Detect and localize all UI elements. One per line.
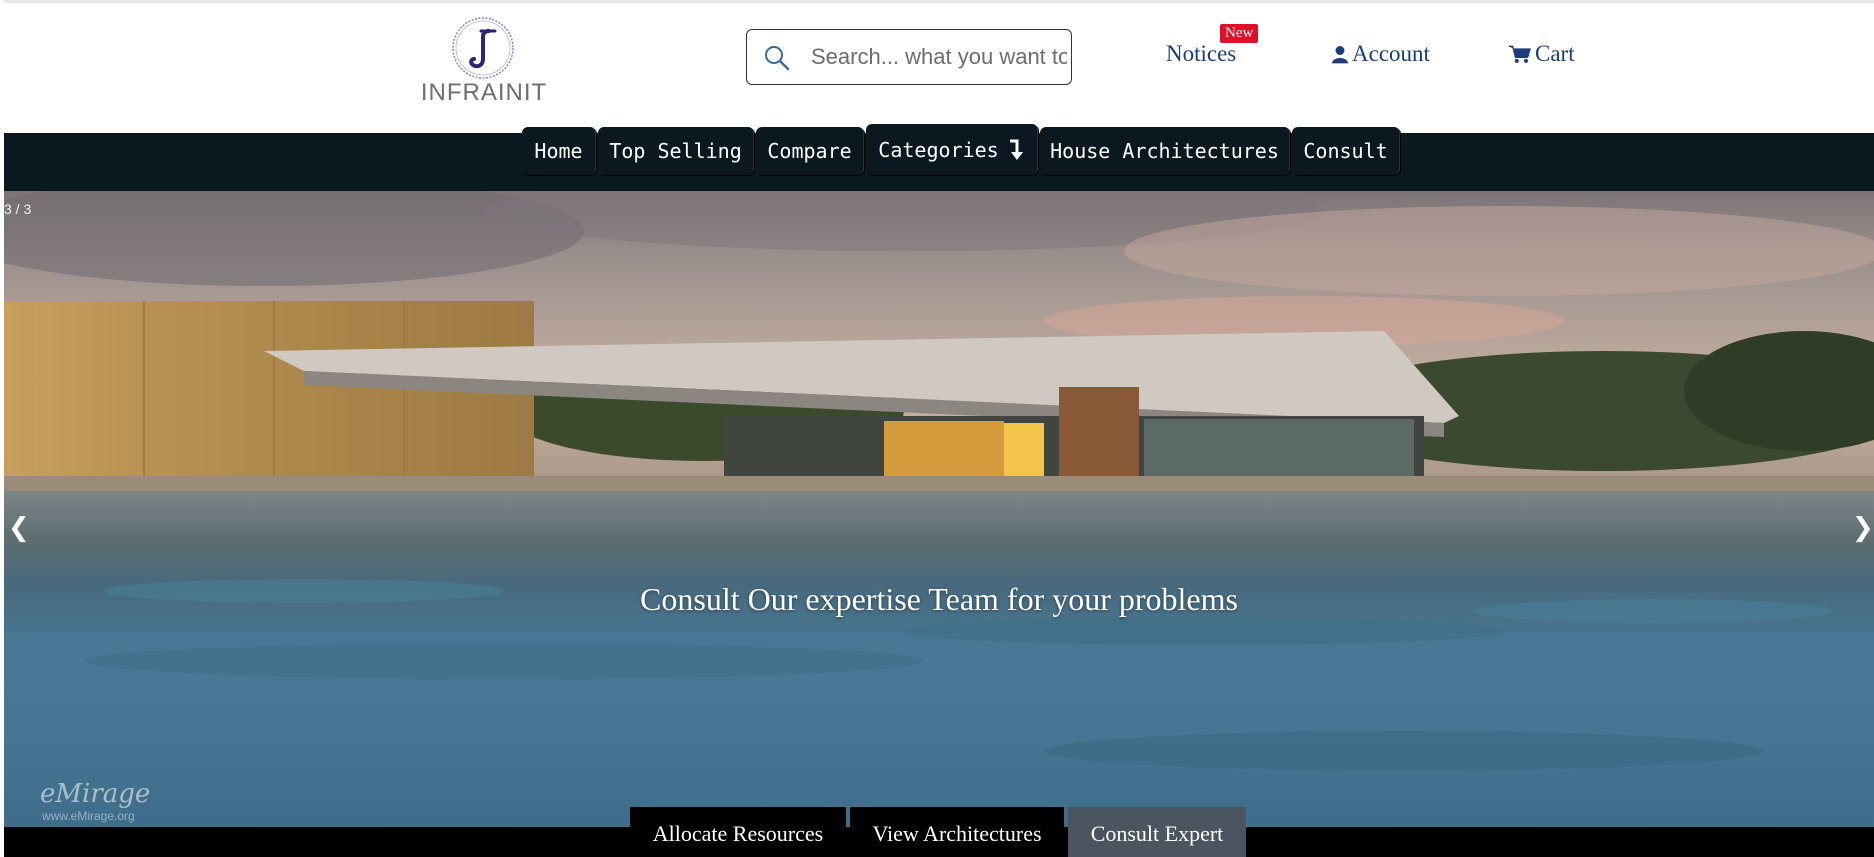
menu-top-selling-label: Top Selling (609, 139, 742, 163)
tab-view-architectures[interactable]: View Architectures (850, 807, 1064, 857)
tab-allocate-resources-label: Allocate Resources (652, 820, 824, 846)
cart-link[interactable]: Cart (1509, 41, 1575, 67)
tab-consult-expert[interactable]: Consult Expert (1068, 807, 1246, 857)
header: INFRAINIT Notices New Account (4, 3, 1874, 133)
hero-image (4, 191, 1874, 827)
prev-slide-button[interactable]: ❮ (8, 513, 30, 543)
menu-consult-label: Consult (1303, 139, 1388, 163)
menu-compare[interactable]: Compare (756, 127, 864, 175)
menu-compare-label: Compare (767, 139, 852, 163)
search-input[interactable] (811, 30, 1067, 83)
notices-new-badge: New (1220, 24, 1259, 43)
slide-counter: 3 / 3 (4, 201, 32, 217)
account-label: Account (1352, 41, 1430, 66)
menu-home-label: Home (534, 139, 583, 163)
image-watermark: eMirage (40, 779, 151, 809)
hero-slideshow: 3 / 3 ❮ ❯ Consult Our expertise Team for… (4, 191, 1874, 827)
tab-view-architectures-label: View Architectures (872, 820, 1042, 846)
logo-emblem-icon (452, 17, 514, 79)
menu-house-architectures[interactable]: House Architectures (1040, 127, 1290, 175)
search-box (746, 29, 1072, 85)
arrow-down-icon (1009, 139, 1023, 160)
next-slide-button[interactable]: ❯ (1852, 513, 1874, 543)
cart-label: Cart (1535, 41, 1575, 66)
tab-consult-expert-label: Consult Expert (1090, 820, 1224, 846)
tab-allocate-resources[interactable]: Allocate Resources (630, 807, 846, 857)
menu-home[interactable]: Home (522, 127, 596, 175)
cart-icon (1509, 45, 1531, 63)
menu-house-architectures-label: House Architectures (1050, 139, 1279, 163)
logo-text: INFRAINIT (420, 79, 548, 106)
main-menu: Home Top Selling Compare Categories Hous… (4, 124, 1874, 191)
menu-consult[interactable]: Consult (1292, 127, 1400, 175)
page: INFRAINIT Notices New Account (4, 0, 1874, 857)
search-icon[interactable] (763, 44, 791, 72)
image-watermark-url: www.eMirage.org (42, 809, 135, 823)
notices-label: Notices (1166, 41, 1237, 66)
menu-categories-label: Categories (878, 137, 999, 162)
user-icon (1332, 45, 1348, 63)
notices-link[interactable]: Notices (1166, 41, 1236, 67)
logo[interactable]: INFRAINIT (419, 15, 549, 110)
slide-caption: Consult Our expertise Team for your prob… (640, 581, 1238, 617)
account-link[interactable]: Account (1332, 41, 1430, 67)
menu-categories[interactable]: Categories (866, 124, 1038, 175)
menu-top-selling[interactable]: Top Selling (598, 127, 754, 175)
